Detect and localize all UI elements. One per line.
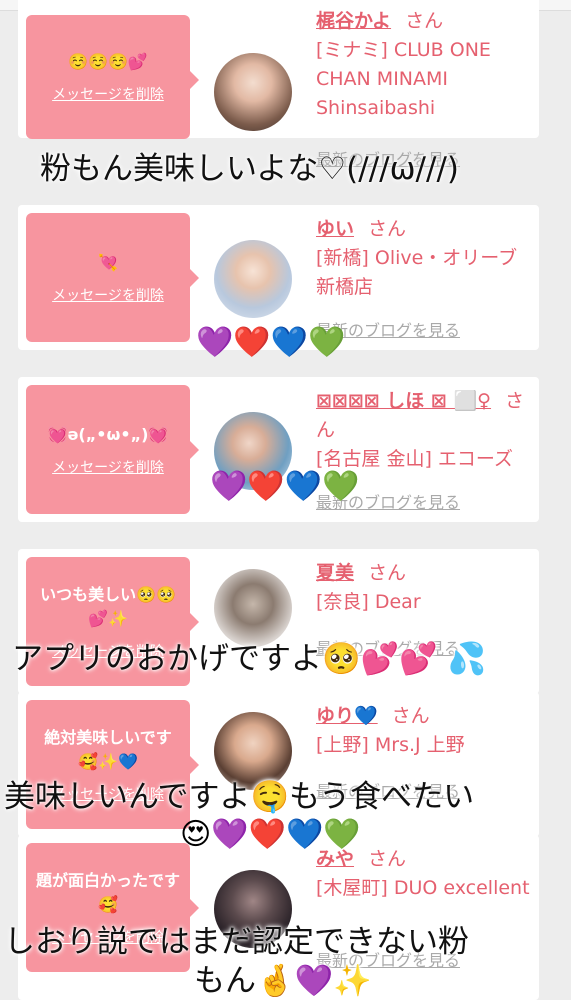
caption-line-1: 粉もん美味しいよな♡(///ω///) xyxy=(40,151,459,187)
caption-line-5: もん🤞💜✨ xyxy=(194,963,372,999)
cast-name-link[interactable]: ゆい xyxy=(316,218,354,240)
honorific: さん xyxy=(368,218,407,240)
message-text: 💘 xyxy=(98,252,118,272)
message-bubble: 💓ə(„•ω•„)💓 メッセージを削除 xyxy=(26,385,199,514)
caption-line-3: 美味しいんですよ🤤もう食べたい xyxy=(4,779,475,815)
avatar[interactable] xyxy=(214,53,292,131)
message-text: 題が面白かったです🥰 xyxy=(36,870,181,914)
message-bubble: 💘 メッセージを削除 xyxy=(26,213,199,342)
avatar[interactable] xyxy=(214,240,292,318)
shop-name: [木屋町] DUO excellent xyxy=(316,877,530,899)
avatar[interactable] xyxy=(214,569,292,647)
hearts-sticker-1: 💜❤️💙💚 xyxy=(196,325,346,360)
shop-name: [新橋] Olive・オリーブ 新橋店 xyxy=(316,247,518,298)
message-text: いつも美しい🥺🥺💕✨ xyxy=(40,584,176,628)
delete-message-link[interactable]: メッセージを削除 xyxy=(52,457,164,477)
cast-name-link[interactable]: ⊠⊠⊠⊠ しほ ⊠ ⬜♀ xyxy=(316,390,491,412)
honorific: さん xyxy=(405,10,444,32)
cast-name-link[interactable]: ゆり💙 xyxy=(316,705,378,727)
message-text: 💓ə(„•ω•„)💓 xyxy=(47,424,169,444)
message-text: ☺️☺️☺️💕 xyxy=(68,52,148,71)
caption-line-4: しおり説ではまだ認定できない粉 xyxy=(4,924,469,960)
hearts-sticker-2: 💜❤️💙💚 xyxy=(210,469,360,504)
message-card: ☺️☺️☺️💕 メッセージを削除 梶谷かよ さん [ミナミ] CLUB ONE C… xyxy=(18,0,539,169)
honorific: さん xyxy=(368,848,407,870)
shop-name: [奈良] Dear xyxy=(316,591,421,613)
delete-message-link[interactable]: メッセージを削除 xyxy=(52,285,164,305)
caption-line-2: アプリのおかげですよ🥺💕💕 💦 xyxy=(12,641,487,677)
delete-message-link[interactable]: メッセージを削除 xyxy=(52,84,164,104)
shop-name: [ミナミ] CLUB ONE CHAN MINAMI Shinsaibashi xyxy=(316,39,491,119)
hearts-sticker-3: 😍💜❤️💙💚 xyxy=(180,817,361,852)
message-bubble: ☺️☺️☺️💕 メッセージを削除 xyxy=(26,15,199,139)
message-text: 絶対美味しいです🥰✨💙 xyxy=(44,727,172,771)
shop-name: [上野] Mrs.J 上野 xyxy=(316,734,465,756)
honorific: さん xyxy=(391,705,430,727)
cast-name-link[interactable]: 夏美 xyxy=(316,562,354,584)
honorific: さん xyxy=(368,562,407,584)
cast-name-link[interactable]: 梶谷かよ xyxy=(316,10,391,32)
